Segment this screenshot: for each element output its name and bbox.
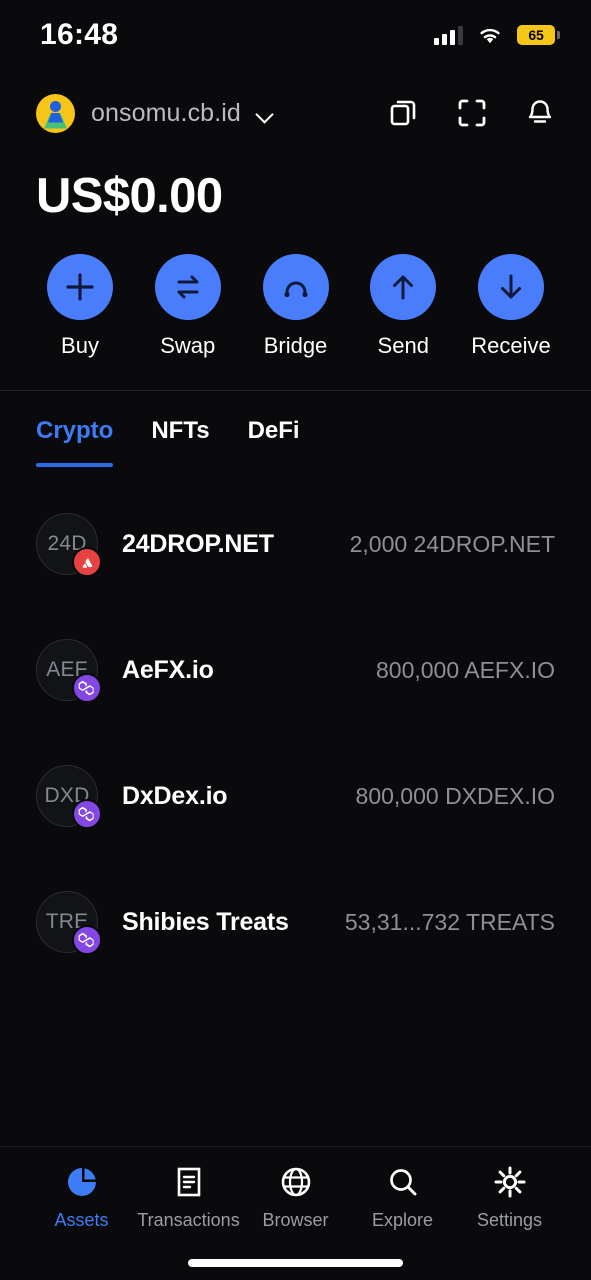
battery-level: 65 — [528, 27, 544, 43]
token-name: Shibies Treats — [122, 907, 289, 936]
search-icon — [387, 1163, 419, 1201]
nav-item-assets[interactable]: Assets — [28, 1163, 135, 1231]
polygon-chain-icon — [72, 673, 102, 703]
document-icon — [173, 1163, 205, 1201]
token-avatar: DXD — [36, 765, 102, 829]
nav-settings-label: Settings — [476, 1209, 543, 1230]
account-name: onsomu.cb.id — [91, 98, 241, 127]
arrow-down-icon — [478, 254, 544, 320]
avatar — [36, 93, 75, 133]
token-name: 24DROP.NET — [122, 529, 274, 558]
receive-button[interactable]: Receive — [465, 254, 557, 359]
qr-scan-icon[interactable] — [455, 96, 489, 130]
send-label: Send — [377, 333, 429, 358]
table-row[interactable]: AEF AeFX.io 800,000 AEFX.IO — [0, 607, 591, 733]
send-button[interactable]: Send — [357, 254, 449, 359]
swap-button[interactable]: Swap — [142, 254, 234, 359]
tab-nfts-label: NFTs — [151, 417, 210, 444]
tab-nfts[interactable]: NFTs — [151, 417, 209, 467]
token-avatar: TRE — [36, 891, 102, 955]
receive-label: Receive — [471, 333, 551, 358]
gear-icon — [493, 1163, 527, 1201]
arrow-up-icon — [370, 254, 437, 320]
token-amount: 53,31...732 TREATS — [344, 908, 555, 935]
account-header: onsomu.cb.id — [0, 70, 591, 156]
battery-icon: 65 — [517, 25, 560, 45]
home-indicator[interactable] — [0, 1246, 591, 1280]
status-bar: 16:48 65 — [0, 0, 591, 70]
nav-item-browser[interactable]: Browser — [242, 1163, 349, 1231]
nav-item-settings[interactable]: Settings — [456, 1163, 563, 1231]
nav-explore-label: Explore — [371, 1209, 434, 1230]
wallet-app-screen: 16:48 65 onsomu.cb.id US$0.00 Buy Swap B… — [0, 0, 591, 1280]
token-list: 24D 24DROP.NET 2,000 24DROP.NET AEF AeFX… — [0, 467, 591, 1146]
total-balance: US$0.00 — [36, 169, 223, 223]
table-row[interactable]: DXD DxDex.io 800,000 DXDEX.IO — [0, 733, 591, 859]
nav-browser-label: Browser — [262, 1209, 329, 1230]
tab-crypto[interactable]: Crypto — [36, 417, 114, 467]
polygon-chain-icon — [72, 925, 102, 955]
nav-assets-label: Assets — [54, 1209, 109, 1230]
nav-item-explore[interactable]: Explore — [349, 1163, 456, 1231]
pie-chart-icon — [65, 1163, 99, 1201]
bridge-button[interactable]: Bridge — [250, 254, 342, 359]
bridge-label: Bridge — [263, 333, 328, 358]
token-name: AeFX.io — [122, 655, 214, 684]
quick-actions: Buy Swap Bridge Send Receive — [0, 224, 591, 359]
bell-icon[interactable] — [523, 96, 557, 130]
table-row[interactable]: TRE Shibies Treats 53,31...732 TREATS — [0, 859, 591, 985]
tab-crypto-label: Crypto — [36, 417, 114, 444]
token-amount: 800,000 DXDEX.IO — [355, 782, 555, 809]
buy-label: Buy — [61, 333, 99, 358]
nav-item-transactions[interactable]: Transactions — [135, 1163, 242, 1231]
header-actions — [387, 96, 557, 130]
status-bar-indicators: 65 — [434, 25, 560, 45]
globe-icon — [280, 1163, 312, 1201]
token-amount: 800,000 AEFX.IO — [375, 656, 555, 683]
cellular-signal-icon — [434, 25, 463, 45]
chevron-down-icon[interactable] — [257, 108, 274, 118]
wifi-icon — [477, 26, 503, 45]
status-bar-clock: 16:48 — [40, 18, 119, 51]
tab-defi[interactable]: DeFi — [248, 417, 300, 467]
token-name: DxDex.io — [122, 781, 228, 810]
asset-tabs: Crypto NFTs DeFi — [0, 391, 591, 467]
bottom-navigation: Assets Transactions Browser Explore Sett… — [0, 1146, 591, 1246]
polygon-chain-icon — [72, 799, 102, 829]
account-selector[interactable]: onsomu.cb.id — [36, 93, 274, 133]
swap-label: Swap — [160, 333, 216, 358]
token-avatar: 24D — [36, 513, 102, 577]
avalanche-chain-icon — [72, 547, 102, 577]
token-amount: 2,000 24DROP.NET — [349, 530, 555, 557]
buy-button[interactable]: Buy — [34, 254, 126, 359]
table-row[interactable]: 24D 24DROP.NET 2,000 24DROP.NET — [0, 481, 591, 607]
token-avatar: AEF — [36, 639, 102, 703]
swap-icon — [154, 254, 221, 320]
nav-transactions-label: Transactions — [137, 1209, 240, 1230]
tab-defi-label: DeFi — [247, 417, 300, 444]
copy-icon[interactable] — [387, 96, 421, 130]
plus-icon — [47, 254, 113, 320]
bridge-icon — [262, 254, 329, 320]
